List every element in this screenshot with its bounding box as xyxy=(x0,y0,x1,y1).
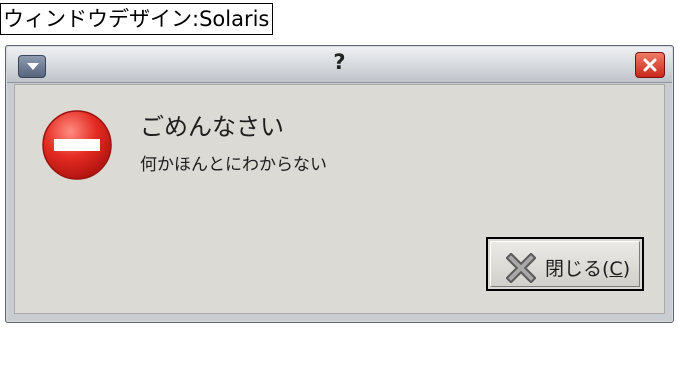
window-close-button[interactable] xyxy=(635,52,665,78)
close-icon xyxy=(643,58,657,72)
no-entry-icon xyxy=(42,110,112,180)
dialog-heading: ごめんなさい xyxy=(140,113,284,141)
close-x-icon xyxy=(506,253,536,283)
close-button-label: 閉じる(C) xyxy=(545,254,630,281)
title-bar[interactable]: ? xyxy=(7,47,672,83)
caption-label: ウィンドウデザイン:Solaris xyxy=(0,3,274,35)
close-button[interactable]: 閉じる(C) xyxy=(486,237,644,291)
dialog-window: ? ごめんなさい 何かほんとにわからない 閉じる(C) xyxy=(5,45,674,323)
close-button-label-suffix: ) xyxy=(622,258,631,280)
close-button-label-prefix: 閉じる( xyxy=(545,258,610,280)
dialog-message: 何かほんとにわからない xyxy=(140,155,327,175)
dialog-content: ごめんなさい 何かほんとにわからない 閉じる(C) xyxy=(14,84,665,314)
window-title: ? xyxy=(333,50,346,74)
close-button-mnemonic: C xyxy=(609,258,623,280)
